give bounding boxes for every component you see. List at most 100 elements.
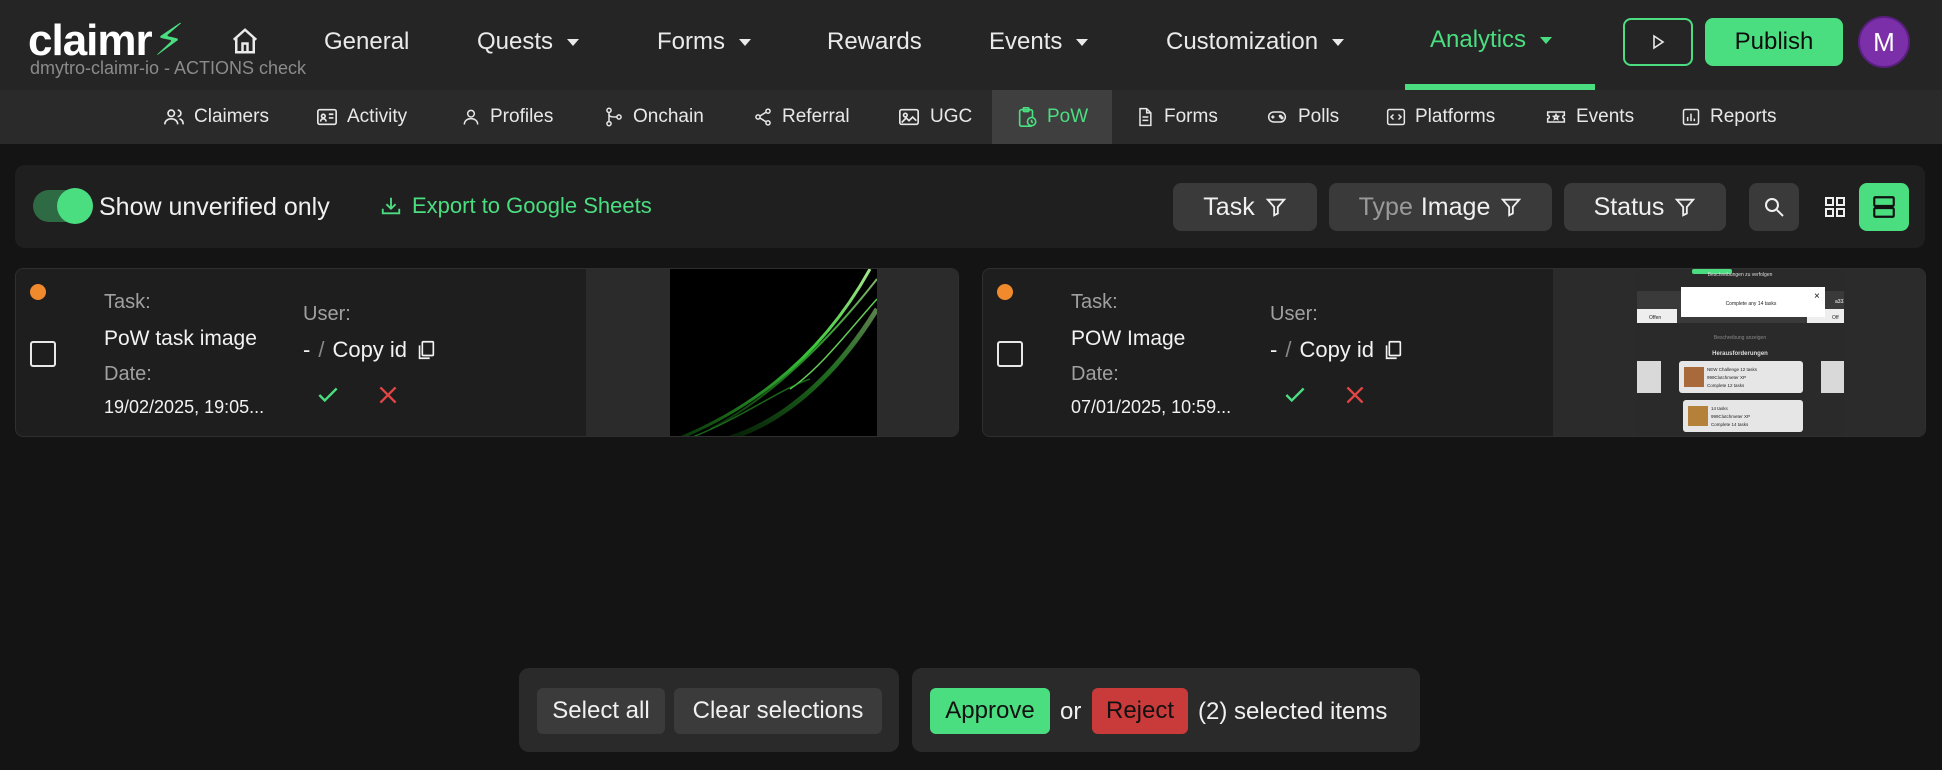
activity-icon bbox=[317, 108, 337, 126]
svg-text:Complete any 14 tasks: Complete any 14 tasks bbox=[1726, 301, 1777, 307]
date-label: Date: bbox=[1071, 363, 1119, 385]
subnav-label: Platforms bbox=[1415, 106, 1496, 127]
download-icon bbox=[381, 197, 401, 215]
nav-events[interactable]: Events bbox=[989, 26, 1089, 58]
filter-value: Image bbox=[1420, 192, 1491, 221]
rows-icon bbox=[1873, 196, 1895, 218]
task-filter-button[interactable]: Task bbox=[1173, 183, 1317, 231]
select-checkbox[interactable] bbox=[997, 341, 1023, 367]
selection-bar: Select all Clear selections bbox=[519, 668, 899, 752]
project-subtitle: dmytro-claimr-io - ACTIONS check bbox=[30, 58, 307, 78]
copy-id-link[interactable]: Copy id bbox=[1299, 337, 1374, 363]
pending-status-dot bbox=[30, 284, 46, 300]
bar-chart-icon bbox=[1682, 108, 1700, 126]
filter-icon bbox=[1265, 198, 1286, 217]
submission-media: Beschreibungen zu verfolgen Offen Off Co… bbox=[1553, 269, 1925, 437]
submission-media bbox=[586, 269, 958, 437]
subnav-pow[interactable]: PoW bbox=[992, 90, 1113, 144]
bulk-action-bar: Approve or Reject (2) selected items bbox=[912, 668, 1420, 752]
subnav-claimers[interactable]: Claimers bbox=[163, 90, 269, 144]
share-icon bbox=[755, 108, 771, 126]
preview-button[interactable] bbox=[1623, 18, 1693, 66]
svg-text:Complete 12 tasks: Complete 12 tasks bbox=[1707, 383, 1745, 388]
submitted-screenshot[interactable]: Beschreibungen zu verfolgen Offen Off Co… bbox=[1637, 269, 1844, 437]
search-icon bbox=[1765, 198, 1784, 217]
code-icon bbox=[1386, 108, 1406, 126]
nav-general[interactable]: General bbox=[324, 26, 409, 58]
search-button[interactable] bbox=[1749, 183, 1799, 231]
caret-down-icon bbox=[1540, 36, 1553, 44]
user-row: - / Copy id bbox=[1270, 337, 1404, 363]
select-checkbox[interactable] bbox=[30, 341, 56, 367]
subnav-forms[interactable]: Forms bbox=[1135, 90, 1218, 144]
grid-view-button[interactable] bbox=[1810, 183, 1860, 231]
filter-icon bbox=[1675, 198, 1696, 217]
reject-icon[interactable] bbox=[1342, 382, 1368, 408]
subnav-ugc[interactable]: UGC bbox=[897, 90, 972, 144]
subnav-referral[interactable]: Referral bbox=[753, 90, 850, 144]
clipboard-clock-icon bbox=[1018, 107, 1037, 127]
list-view-button[interactable] bbox=[1859, 183, 1909, 231]
home-icon[interactable] bbox=[230, 26, 260, 56]
subnav-label: Claimers bbox=[194, 106, 269, 127]
task-name: PoW task image bbox=[104, 327, 257, 350]
pending-status-dot bbox=[997, 284, 1013, 300]
submission-card: Task: PoW task image Date: 19/02/2025, 1… bbox=[15, 268, 959, 437]
submitted-image[interactable] bbox=[670, 269, 877, 437]
nav-quests[interactable]: Quests bbox=[477, 26, 580, 58]
type-filter-button[interactable]: Type Image bbox=[1329, 183, 1552, 231]
export-google-sheets-button[interactable]: Export to Google Sheets bbox=[380, 193, 652, 219]
filter-label: Task bbox=[1203, 192, 1255, 221]
svg-text:Beschreibungen zu verfolgen: Beschreibungen zu verfolgen bbox=[1708, 272, 1773, 278]
filter-prefix: Type bbox=[1358, 192, 1413, 221]
subnav-label: Onchain bbox=[633, 106, 704, 127]
copy-icon[interactable] bbox=[1382, 339, 1404, 361]
nav-forms[interactable]: Forms bbox=[657, 26, 751, 58]
select-all-button[interactable]: Select all bbox=[537, 688, 665, 734]
analytics-subnav: Claimers Activity Profiles Onchain Refer… bbox=[0, 90, 1942, 144]
svg-text:Offen: Offen bbox=[1649, 315, 1661, 321]
subnav-label: Forms bbox=[1164, 106, 1218, 127]
nav-customization[interactable]: Customization bbox=[1166, 26, 1345, 58]
approve-selected-button[interactable]: Approve bbox=[930, 688, 1050, 734]
approve-icon[interactable] bbox=[1282, 382, 1308, 408]
copy-icon[interactable] bbox=[415, 339, 437, 361]
reject-icon[interactable] bbox=[375, 382, 401, 408]
top-bar: claimr⚡ dmytro-claimr-io - ACTIONS check… bbox=[0, 0, 1942, 90]
svg-text:NEW Challenge 12 tasks: NEW Challenge 12 tasks bbox=[1707, 367, 1758, 372]
svg-text:Beschreibung anzeigen: Beschreibung anzeigen bbox=[1714, 335, 1766, 341]
subnav-label: Activity bbox=[347, 106, 408, 127]
nav-rewards[interactable]: Rewards bbox=[827, 26, 922, 58]
task-name: POW Image bbox=[1071, 327, 1186, 350]
grid-icon bbox=[1825, 197, 1845, 217]
clear-selections-button[interactable]: Clear selections bbox=[674, 688, 882, 734]
user-value: - bbox=[303, 337, 311, 362]
filter-toolbar: Show unverified only Export to Google Sh… bbox=[15, 165, 1925, 248]
subnav-label: PoW bbox=[1047, 106, 1089, 127]
nav-analytics[interactable]: Analytics bbox=[1430, 24, 1553, 56]
user-row: - / Copy id bbox=[303, 337, 437, 363]
subnav-events[interactable]: Events bbox=[1545, 90, 1634, 144]
subnav-activity[interactable]: Activity bbox=[316, 90, 407, 144]
copy-id-link[interactable]: Copy id bbox=[332, 337, 407, 363]
subnav-polls[interactable]: Polls bbox=[1265, 90, 1339, 144]
subnav-profiles[interactable]: Profiles bbox=[461, 90, 553, 144]
subnav-reports[interactable]: Reports bbox=[1681, 90, 1777, 144]
publish-button[interactable]: Publish bbox=[1705, 18, 1843, 66]
subnav-onchain[interactable]: Onchain bbox=[604, 90, 704, 144]
toggle-knob bbox=[57, 188, 93, 224]
subnav-platforms[interactable]: Platforms bbox=[1386, 90, 1495, 144]
task-label: Task: bbox=[104, 291, 151, 313]
svg-text:999Clutchmeter XP: 999Clutchmeter XP bbox=[1707, 375, 1746, 380]
user-avatar[interactable]: M bbox=[1858, 16, 1910, 68]
reject-selected-button[interactable]: Reject bbox=[1092, 688, 1188, 734]
profile-icon bbox=[463, 109, 479, 125]
subnav-label: Referral bbox=[782, 106, 850, 127]
gamepad-icon bbox=[1267, 111, 1287, 123]
status-filter-button[interactable]: Status bbox=[1564, 183, 1726, 231]
approve-icon[interactable] bbox=[315, 382, 341, 408]
user-separator: / bbox=[318, 337, 325, 362]
user-separator: / bbox=[1285, 337, 1292, 362]
show-unverified-toggle[interactable] bbox=[33, 188, 93, 224]
selected-count-text: (2) selected items bbox=[1198, 698, 1388, 725]
